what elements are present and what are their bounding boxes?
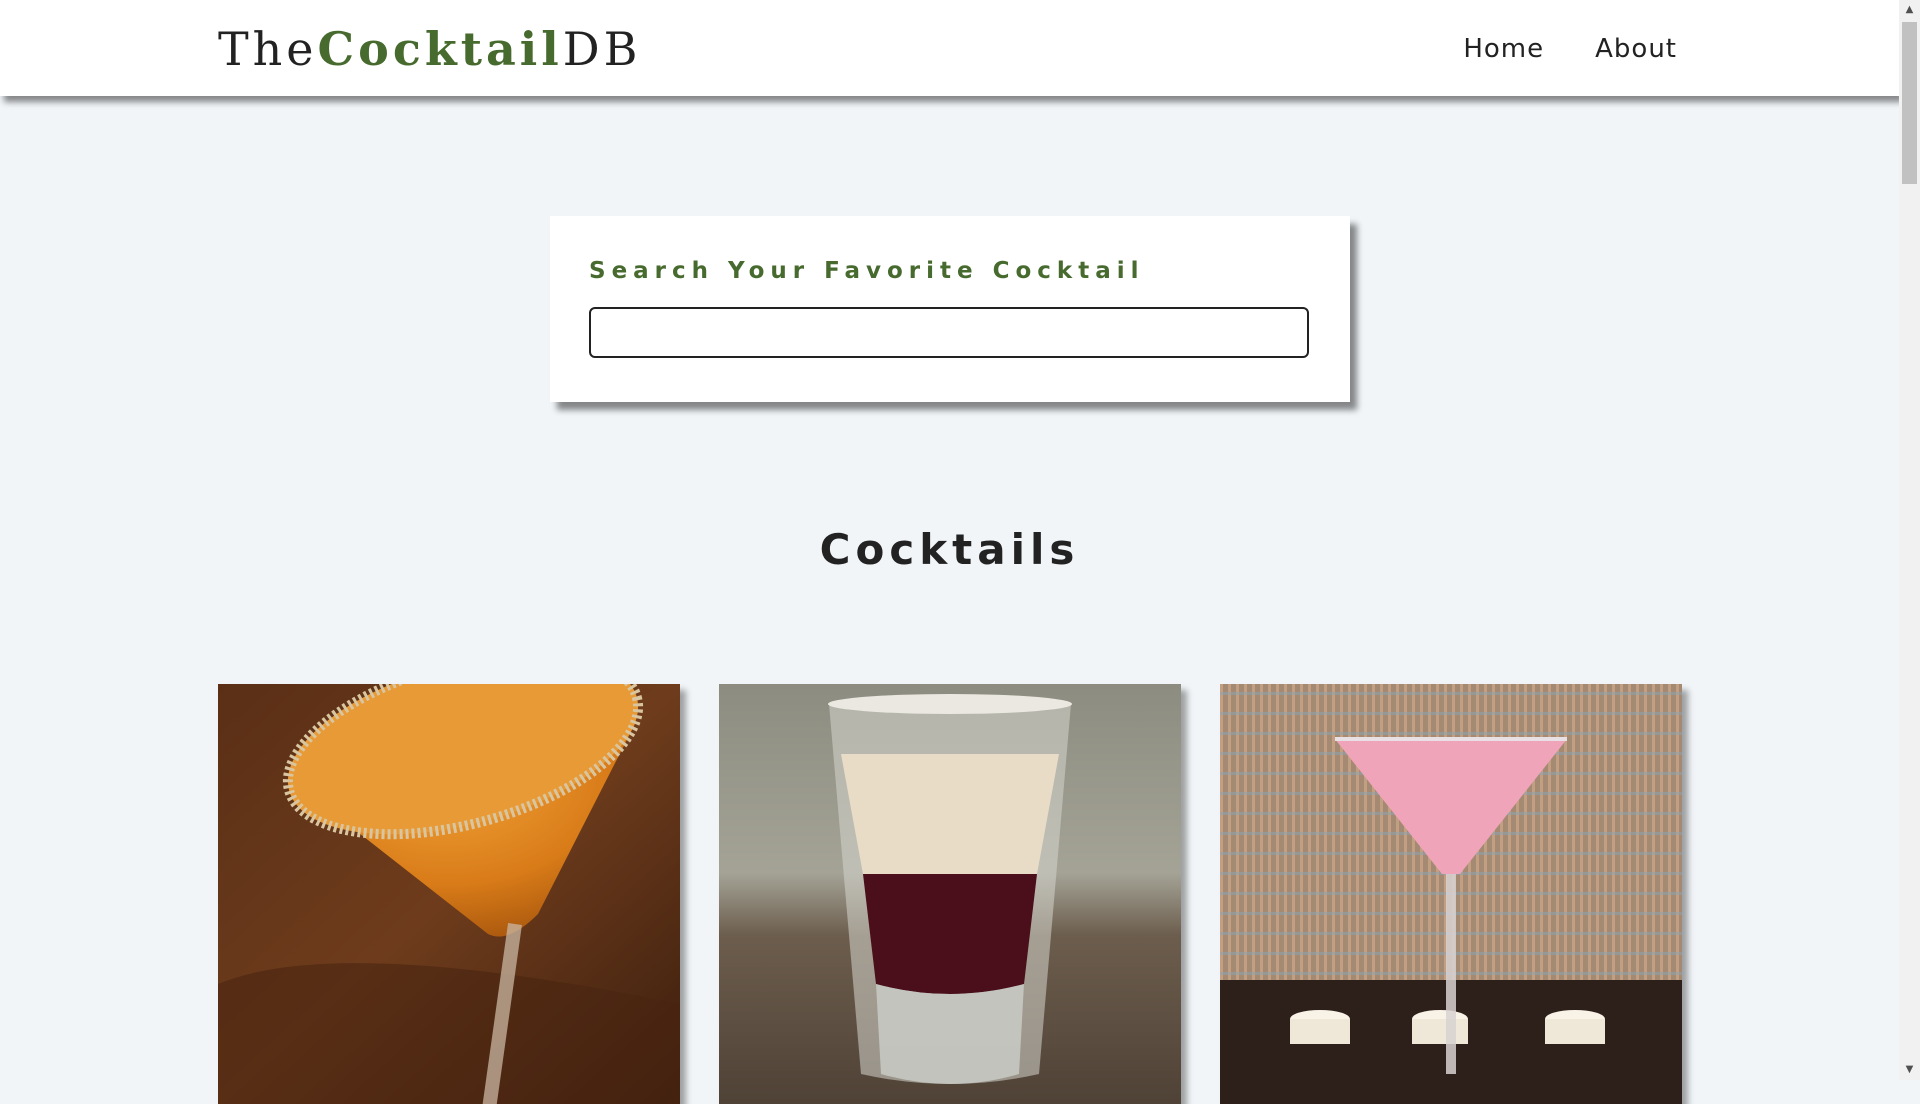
cocktail-card[interactable] — [218, 684, 680, 1104]
nav-links: Home About — [1463, 34, 1677, 64]
cocktail-image-pink-martini — [1220, 684, 1682, 1104]
nav-home-link[interactable]: Home — [1463, 34, 1544, 64]
search-label: Search Your Favorite Cocktail — [589, 258, 1145, 284]
cocktail-image-layered-shot — [719, 684, 1181, 1104]
search-input[interactable] — [589, 307, 1309, 358]
scroll-down-icon[interactable]: ▼ — [1899, 1060, 1920, 1080]
scrollbar-thumb[interactable] — [1902, 22, 1917, 184]
site-logo[interactable]: TheCocktailDB — [218, 22, 641, 76]
section-title: Cocktails — [819, 525, 1080, 574]
cocktail-list — [218, 684, 1682, 1104]
cocktail-card[interactable] — [719, 684, 1181, 1104]
vertical-scrollbar[interactable]: ▲ ▼ — [1899, 0, 1920, 1080]
logo-suffix: DB — [562, 22, 642, 76]
cocktail-card[interactable] — [1220, 684, 1682, 1104]
search-form: Search Your Favorite Cocktail — [550, 216, 1350, 402]
nav-about-link[interactable]: About — [1595, 34, 1677, 64]
cocktail-image-orange-martini — [218, 684, 680, 1104]
scroll-up-icon[interactable]: ▲ — [1899, 0, 1920, 20]
logo-brand: Cocktail — [317, 22, 563, 76]
logo-prefix: The — [218, 22, 318, 76]
navbar: TheCocktailDB Home About — [0, 0, 1899, 96]
